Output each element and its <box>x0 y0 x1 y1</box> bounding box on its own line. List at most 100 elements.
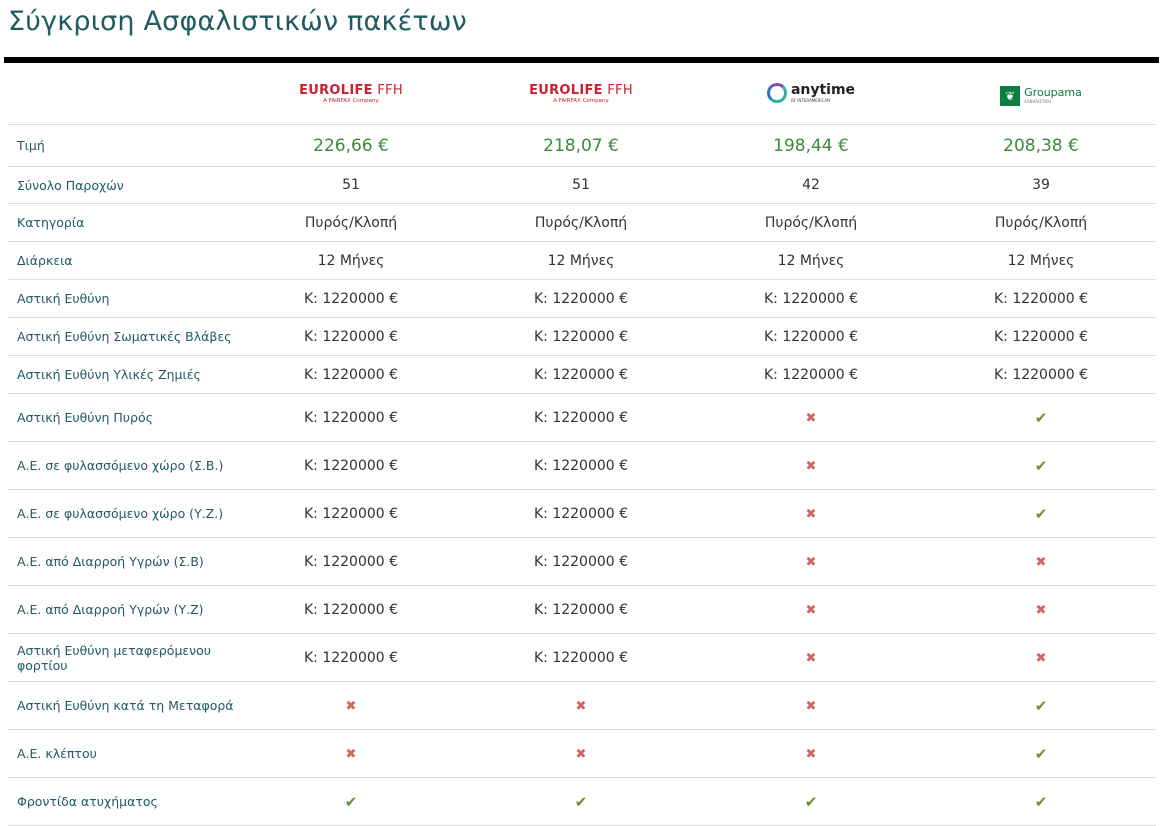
benefit-value: 12 Μήνες <box>926 241 1156 280</box>
cross-icon: ✖ <box>805 410 817 426</box>
row-label: Φροντίδα ατυχήματος <box>8 777 236 826</box>
header-divider <box>4 57 1159 63</box>
benefit-value: Κ: 1220000 € <box>696 279 926 318</box>
benefit-value: Κ: 1220000 € <box>466 537 696 586</box>
benefit-status-cell: ✖ <box>926 633 1156 682</box>
comparison-table: EUROLIFE FFH A FAIRFAX Company EUROLIFE … <box>8 66 1156 826</box>
benefit-status-cell: ✔ <box>696 777 926 826</box>
benefit-status-cell: ✖ <box>466 681 696 730</box>
cross-icon: ✖ <box>805 746 817 762</box>
row-label: Κατηγορία <box>8 203 236 242</box>
provider-column-3: anytime BY INTERAMERICAN <box>696 66 926 125</box>
benefit-value: Κ: 1220000 € <box>696 355 926 394</box>
row-label: Διάρκεια <box>8 241 236 280</box>
row-label: Α.Ε. κλέπτου <box>8 729 236 778</box>
provider-column-1: EUROLIFE FFH A FAIRFAX Company <box>236 66 466 125</box>
benefit-status-cell: ✖ <box>696 585 926 634</box>
row-label: Α.Ε. σε φυλασσόμενο χώρο (Σ.Β.) <box>8 441 236 490</box>
benefit-value: Κ: 1220000 € <box>236 441 466 490</box>
benefit-value: 12 Μήνες <box>466 241 696 280</box>
price-value: 198,44 € <box>696 124 926 167</box>
provider-column-2: EUROLIFE FFH A FAIRFAX Company <box>466 66 696 125</box>
benefit-status-cell: ✖ <box>696 537 926 586</box>
eurolife-logo: EUROLIFE FFH A FAIRFAX Company <box>529 83 633 104</box>
corner-cell <box>8 66 236 125</box>
checkmark-icon: ✔ <box>344 792 358 811</box>
benefit-status-cell: ✖ <box>926 537 1156 586</box>
row-label: Α.Ε. από Διαρροή Υγρών (Υ.Ζ) <box>8 585 236 634</box>
table-row: Αστική Ευθύνη μεταφερόμενου φορτίου Κ: 12… <box>8 633 1156 682</box>
provider-column-4: ❦ Groupama ΑΣΦΑΛΙΣΤΙΚΗ <box>926 66 1156 125</box>
table-row: Αστική Ευθύνη κατά τη Μεταφορά ✖ ✖ ✖ ✔ <box>8 681 1156 730</box>
benefit-value: Κ: 1220000 € <box>236 279 466 318</box>
benefit-value: Κ: 1220000 € <box>926 317 1156 356</box>
benefit-status-cell: ✖ <box>236 729 466 778</box>
benefit-value: Κ: 1220000 € <box>236 355 466 394</box>
benefit-status-cell: ✔ <box>926 393 1156 442</box>
benefit-value: 12 Μήνες <box>236 241 466 280</box>
cross-icon: ✖ <box>575 746 587 762</box>
benefit-status-cell: ✔ <box>926 441 1156 490</box>
benefit-value: Πυρός/Κλοπή <box>926 203 1156 242</box>
cross-icon: ✖ <box>805 506 817 522</box>
table-row: Κατηγορία Πυρός/Κλοπή Πυρός/Κλοπή Πυρός/Κλο… <box>8 203 1156 242</box>
benefit-value: Κ: 1220000 € <box>236 489 466 538</box>
cross-icon: ✖ <box>1035 650 1047 666</box>
cross-icon: ✖ <box>805 458 817 474</box>
checkmark-icon: ✔ <box>1034 456 1048 475</box>
checkmark-icon: ✔ <box>1034 792 1048 811</box>
benefit-value: 12 Μήνες <box>696 241 926 280</box>
benefit-status-cell: ✔ <box>926 729 1156 778</box>
benefit-value: Κ: 1220000 € <box>466 441 696 490</box>
benefit-value: Πυρός/Κλοπή <box>466 203 696 242</box>
cross-icon: ✖ <box>575 698 587 714</box>
benefit-value: Κ: 1220000 € <box>466 393 696 442</box>
checkmark-icon: ✔ <box>804 792 818 811</box>
table-row: Α.Ε. από Διαρροή Υγρών (Σ.Β) Κ: 1220000 €… <box>8 537 1156 586</box>
row-label: Αστική Ευθύνη μεταφερόμενου φορτίου <box>8 633 236 682</box>
benefit-value: 39 <box>926 166 1156 204</box>
table-row: Αστική Ευθύνη Σωματικές Βλάβες Κ: 1220000… <box>8 317 1156 356</box>
checkmark-icon: ✔ <box>1034 504 1048 523</box>
benefit-value: Κ: 1220000 € <box>466 489 696 538</box>
row-label: Τιμή <box>8 124 236 167</box>
benefit-status-cell: ✖ <box>236 681 466 730</box>
cross-icon: ✖ <box>1035 554 1047 570</box>
benefit-status-cell: ✔ <box>236 777 466 826</box>
benefit-status-cell: ✖ <box>926 585 1156 634</box>
benefit-status-cell: ✖ <box>696 729 926 778</box>
benefit-value: Πυρός/Κλοπή <box>236 203 466 242</box>
cross-icon: ✖ <box>805 554 817 570</box>
benefit-value: Κ: 1220000 € <box>926 355 1156 394</box>
price-value: 226,66 € <box>236 124 466 167</box>
benefit-status-cell: ✖ <box>696 441 926 490</box>
groupama-leaf-icon: ❦ <box>1000 85 1021 106</box>
table-row: Σύνολο Παροχών 51 51 42 39 <box>8 166 1156 204</box>
table-row: Φροντίδα ατυχήματος ✔ ✔ ✔ ✔ <box>8 777 1156 826</box>
benefit-value: 51 <box>236 166 466 204</box>
table-row: Α.Ε. σε φυλασσόμενο χώρο (Σ.Β.) Κ: 122000… <box>8 441 1156 490</box>
provider-logo-row: EUROLIFE FFH A FAIRFAX Company EUROLIFE … <box>8 66 1156 125</box>
row-label: Α.Ε. σε φυλασσόμενο χώρο (Υ.Ζ.) <box>8 489 236 538</box>
table-row: Διάρκεια 12 Μήνες 12 Μήνες 12 Μήνες 12 Μήνες <box>8 241 1156 280</box>
benefit-value: Κ: 1220000 € <box>696 317 926 356</box>
benefit-status-cell: ✖ <box>696 681 926 730</box>
price-value: 218,07 € <box>466 124 696 167</box>
row-label: Αστική Ευθύνη Σωματικές Βλάβες <box>8 317 236 356</box>
table-row: Α.Ε. από Διαρροή Υγρών (Υ.Ζ) Κ: 1220000 €… <box>8 585 1156 634</box>
checkmark-icon: ✔ <box>1034 744 1048 763</box>
row-label: Αστική Ευθύνη Υλικές Ζημιές <box>8 355 236 394</box>
benefit-value: Κ: 1220000 € <box>236 317 466 356</box>
benefit-value: Κ: 1220000 € <box>466 317 696 356</box>
row-label: Αστική Ευθύνη <box>8 279 236 318</box>
benefit-status-cell: ✖ <box>696 489 926 538</box>
page-title: Σύγκριση Ασφαλιστικών πακέτων <box>8 6 467 37</box>
anytime-ring-icon <box>766 83 787 103</box>
table-row: Αστική Ευθύνη Κ: 1220000 € Κ: 1220000 € Κ: … <box>8 279 1156 318</box>
price-value: 208,38 € <box>926 124 1156 167</box>
benefit-status-cell: ✔ <box>926 489 1156 538</box>
benefit-value: Κ: 1220000 € <box>236 585 466 634</box>
benefit-value: Κ: 1220000 € <box>466 585 696 634</box>
benefit-value: Κ: 1220000 € <box>466 633 696 682</box>
table-row: Αστική Ευθύνη Πυρός Κ: 1220000 € Κ: 122000… <box>8 393 1156 442</box>
